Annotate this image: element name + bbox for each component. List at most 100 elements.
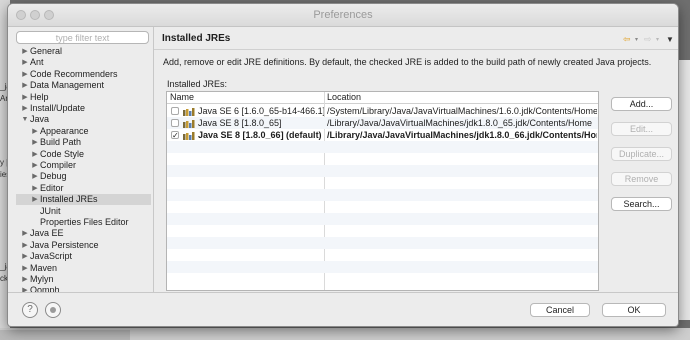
tree-item-label: Code Style: [40, 149, 85, 159]
tree-item-label: General: [30, 46, 63, 56]
tree-item-label: JUnit: [40, 206, 61, 216]
empty-table-row: [167, 225, 598, 237]
checkbox-icon[interactable]: ✓: [171, 131, 179, 140]
help-icon[interactable]: ?: [22, 302, 38, 318]
checkbox-icon[interactable]: [171, 107, 179, 115]
empty-table-row: [167, 273, 598, 285]
search-button[interactable]: Search...: [611, 197, 672, 211]
collapsed-triangle-icon[interactable]: ▶: [21, 92, 29, 103]
tree-item-debug[interactable]: ▶ Debug: [16, 171, 151, 182]
filter-input[interactable]: [16, 31, 149, 44]
jre-table-row[interactable]: ✓ Java SE 8 [1.8.0_66] (default) /Library/…: [167, 129, 598, 141]
collapsed-triangle-icon[interactable]: ▶: [21, 274, 29, 285]
jre-list-label: Installed JREs:: [167, 79, 228, 89]
tree-item-label: Compiler: [40, 160, 77, 170]
duplicate-button[interactable]: Duplicate...: [611, 147, 672, 161]
collapsed-triangle-icon[interactable]: ▶: [31, 149, 39, 160]
empty-table-row: [167, 213, 598, 225]
cancel-button[interactable]: Cancel: [530, 303, 590, 317]
forward-arrow-icon[interactable]: ⇨: [644, 34, 652, 45]
jre-table-row[interactable]: Java SE 6 [1.6.0_65-b14-466.1]/System/Li…: [167, 105, 598, 117]
collapsed-triangle-icon[interactable]: ▶: [21, 251, 29, 262]
preference-page: Installed JREs ⇦ ▾ ⇨ ▾ ▼ Add, remove or …: [154, 27, 678, 292]
collapsed-triangle-icon[interactable]: ▶: [21, 69, 29, 80]
jre-name-cell: Java SE 8 [1.8.0_65]: [198, 118, 282, 128]
header-divider: [167, 103, 598, 104]
forward-dropdown-icon[interactable]: ▾: [656, 36, 659, 43]
tree-item-properties-files-editor[interactable]: Properties Files Editor: [16, 217, 151, 228]
empty-table-row: [167, 189, 598, 201]
tree-item-install-update[interactable]: ▶ Install/Update: [16, 103, 151, 114]
tree-item-label: Oomph: [30, 285, 60, 292]
tree-item-editor[interactable]: ▶ Editor: [16, 183, 151, 194]
collapsed-triangle-icon[interactable]: ▶: [31, 126, 39, 137]
collapsed-triangle-icon[interactable]: ▶: [21, 263, 29, 274]
tree-item-build-path[interactable]: ▶ Build Path: [16, 137, 151, 148]
tree-item-junit[interactable]: JUnit: [16, 206, 151, 217]
collapsed-triangle-icon[interactable]: ▶: [21, 228, 29, 239]
tree-item-java-ee[interactable]: ▶ Java EE: [16, 228, 151, 239]
empty-table-row: [167, 153, 598, 165]
ok-button[interactable]: OK: [602, 303, 666, 317]
back-dropdown-icon[interactable]: ▾: [635, 36, 638, 43]
record-dot: [50, 307, 56, 313]
collapsed-triangle-icon[interactable]: ▶: [31, 183, 39, 194]
tree-item-label: Ant: [30, 57, 44, 67]
tree-item-label: Debug: [40, 171, 67, 181]
tree-item-installed-jres[interactable]: ▶ Installed JREs: [16, 194, 151, 205]
collapsed-triangle-icon[interactable]: [31, 217, 39, 228]
jre-location-cell: /System/Library/Java/JavaVirtualMachines…: [327, 106, 597, 116]
jre-name-cell: Java SE 8 [1.8.0_66] (default): [198, 130, 322, 140]
view-menu-icon[interactable]: ▼: [666, 35, 674, 44]
collapsed-triangle-icon[interactable]: ▶: [31, 137, 39, 148]
collapsed-triangle-icon[interactable]: ▶: [21, 57, 29, 68]
collapsed-triangle-icon[interactable]: ▶: [31, 171, 39, 182]
column-header-location[interactable]: Location: [327, 92, 361, 103]
tree-item-appearance[interactable]: ▶ Appearance: [16, 126, 151, 137]
tree-item-javascript[interactable]: ▶ JavaScript: [16, 251, 151, 262]
tree-item-label: Editor: [40, 183, 64, 193]
collapsed-triangle-icon[interactable]: ▶: [21, 103, 29, 114]
tree-item-ant[interactable]: ▶ Ant: [16, 57, 151, 68]
checkbox-icon[interactable]: [171, 119, 179, 127]
remove-button[interactable]: Remove: [611, 172, 672, 186]
tree-item-help[interactable]: ▶ Help: [16, 92, 151, 103]
tree-item-code-recommenders[interactable]: ▶ Code Recommenders: [16, 69, 151, 80]
edit-button[interactable]: Edit...: [611, 122, 672, 136]
tree-item-label: Appearance: [40, 126, 89, 136]
empty-table-row: [167, 261, 598, 273]
expanded-triangle-icon[interactable]: ▼: [21, 114, 29, 125]
tree-item-oomph[interactable]: ▶ Oomph: [16, 285, 151, 292]
jre-table: Name Location Java SE 6 [1.6.0_65-b14-46…: [166, 91, 599, 291]
back-arrow-icon[interactable]: ⇦: [623, 34, 631, 45]
jre-library-icon: [183, 120, 195, 128]
tree-item-java[interactable]: ▼ Java: [16, 114, 151, 125]
tree-item-label: Data Management: [30, 80, 105, 90]
collapsed-triangle-icon[interactable]: ▶: [31, 194, 39, 205]
tree-item-label: Build Path: [40, 137, 82, 147]
tree-item-data-management[interactable]: ▶ Data Management: [16, 80, 151, 91]
tree-item-code-style[interactable]: ▶ Code Style: [16, 149, 151, 160]
collapsed-triangle-icon[interactable]: ▶: [21, 46, 29, 57]
tree-item-label: JavaScript: [30, 251, 73, 261]
tree-item-label: Java Persistence: [30, 240, 99, 250]
preference-tree: ▶ General ▶ Ant ▶ Code Recommenders ▶ Data Mana…: [16, 46, 151, 292]
collapsed-triangle-icon[interactable]: [31, 206, 39, 217]
tree-item-general[interactable]: ▶ General: [16, 46, 151, 57]
empty-table-row: [167, 165, 598, 177]
tree-item-mylyn[interactable]: ▶ Mylyn: [16, 274, 151, 285]
tree-item-compiler[interactable]: ▶ Compiler: [16, 160, 151, 171]
collapsed-triangle-icon[interactable]: ▶: [21, 285, 29, 292]
empty-table-row: [167, 141, 598, 153]
collapsed-triangle-icon[interactable]: ▶: [21, 80, 29, 91]
column-header-name[interactable]: Name: [170, 92, 194, 103]
collapsed-triangle-icon[interactable]: ▶: [31, 160, 39, 171]
tree-item-maven[interactable]: ▶ Maven: [16, 263, 151, 274]
add-button[interactable]: Add...: [611, 97, 672, 111]
record-macro-icon[interactable]: [45, 302, 61, 318]
tree-item-java-persistence[interactable]: ▶ Java Persistence: [16, 240, 151, 251]
collapsed-triangle-icon[interactable]: ▶: [21, 240, 29, 251]
page-title: Installed JREs: [162, 33, 231, 44]
tree-item-label: Java EE: [30, 228, 64, 238]
jre-table-row[interactable]: Java SE 8 [1.8.0_65] /Library/Java/JavaVi…: [167, 117, 598, 129]
